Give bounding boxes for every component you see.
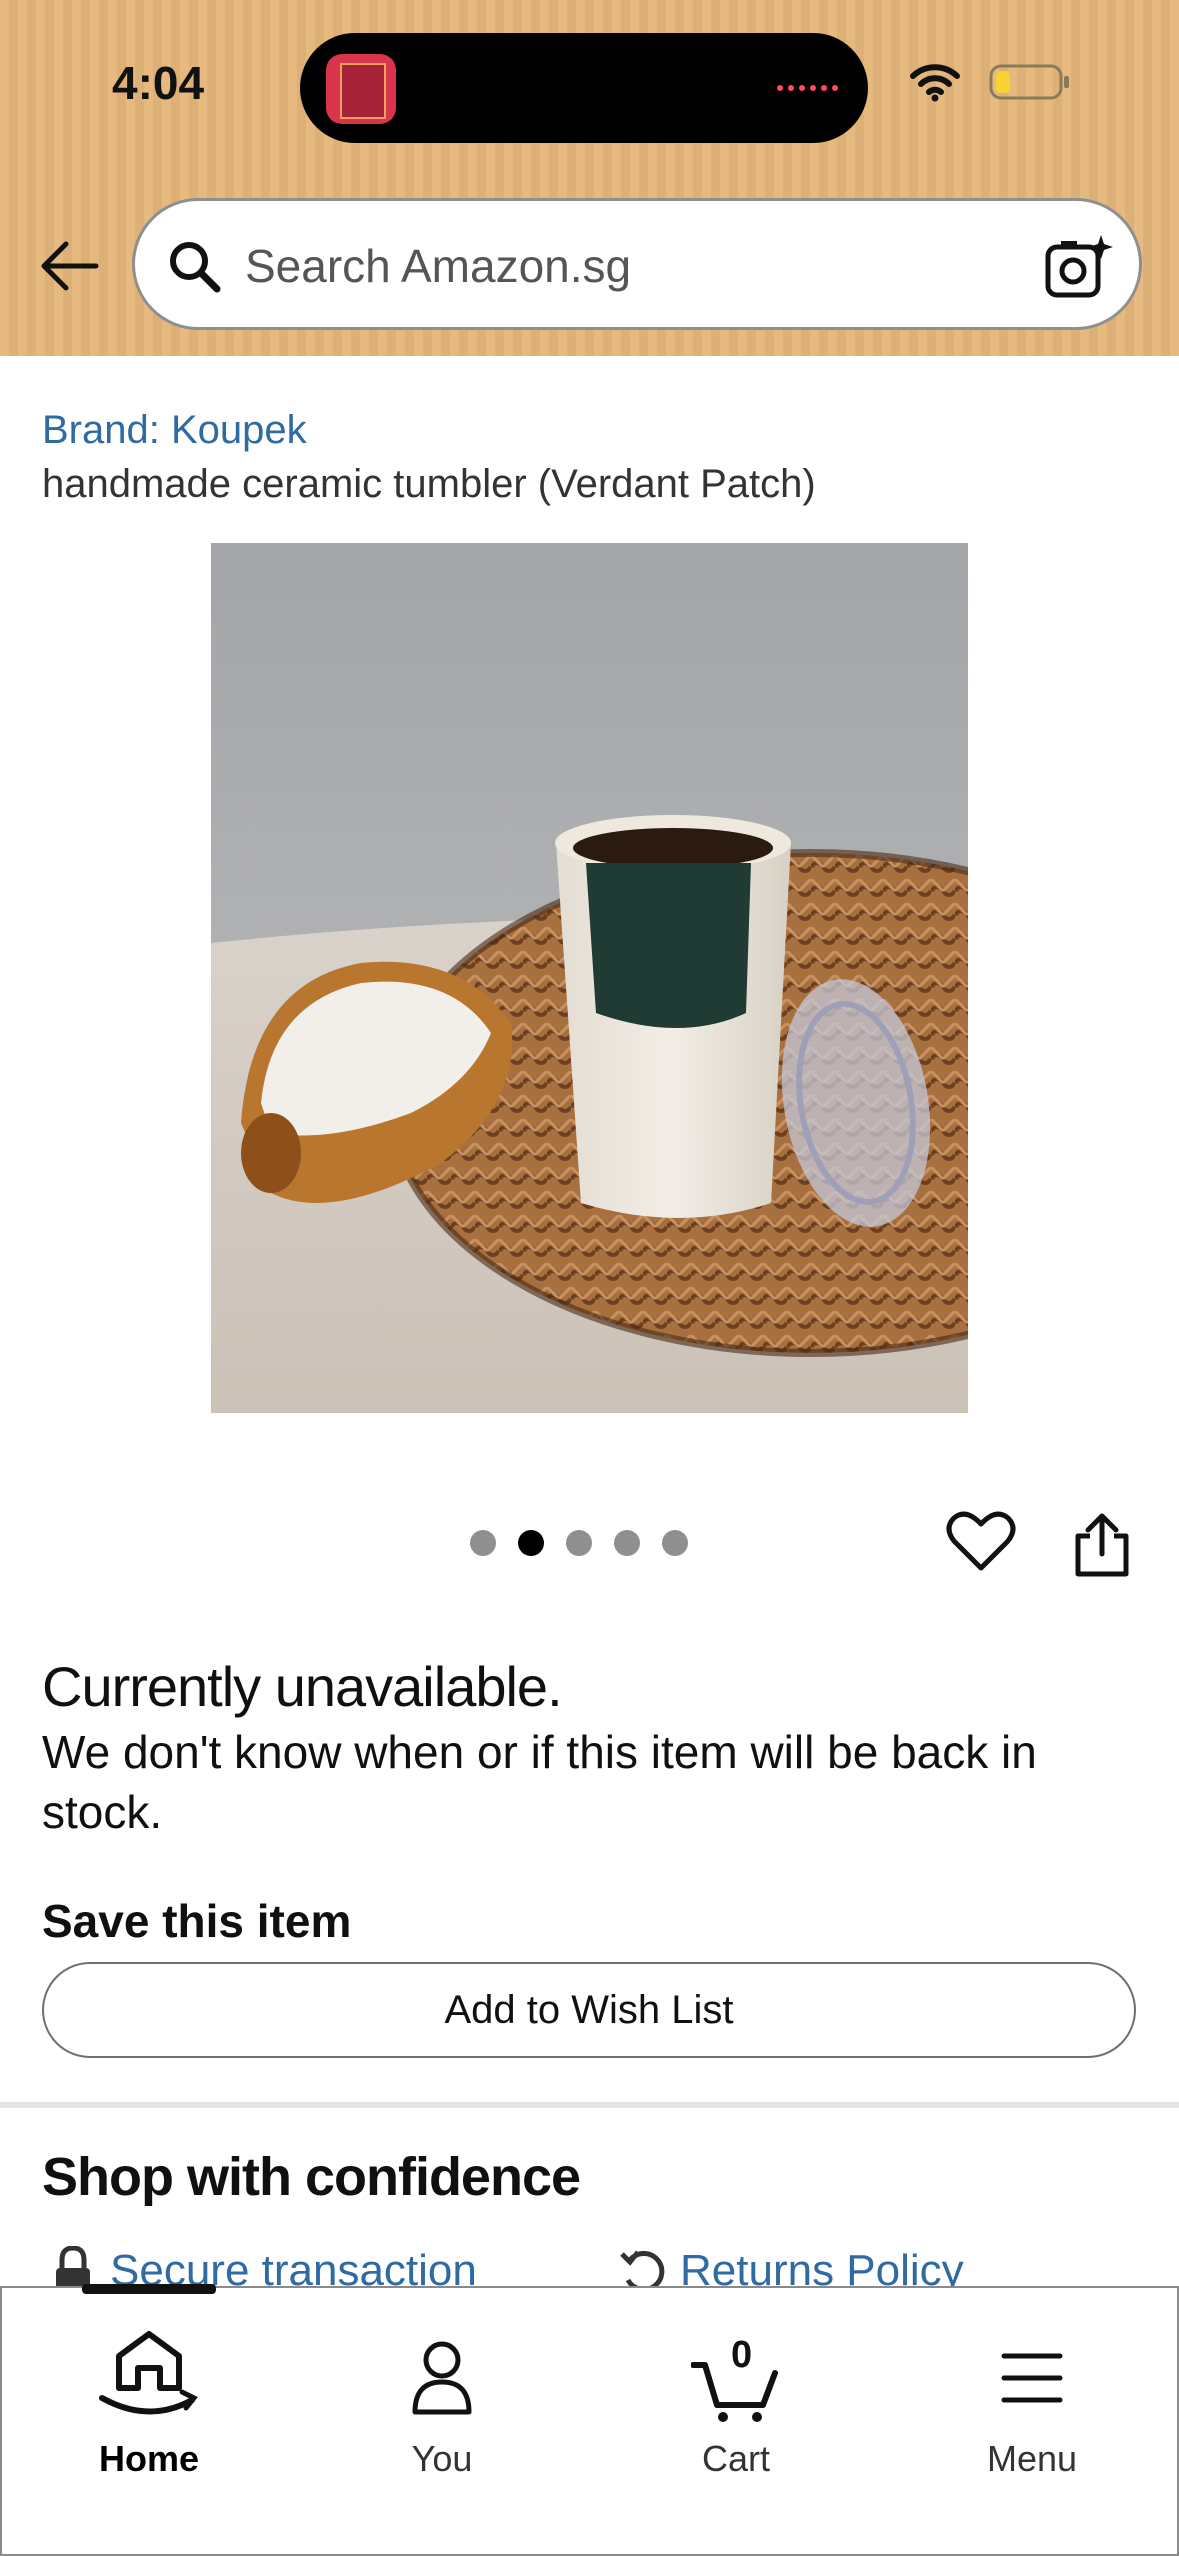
carousel-dot[interactable] — [470, 1530, 496, 1556]
share-icon[interactable] — [1070, 1510, 1134, 1580]
nav-home[interactable]: Home — [49, 2328, 249, 2480]
shop-with-confidence-heading: Shop with confidence — [42, 2147, 581, 2207]
battery-icon — [989, 64, 1069, 100]
search-input[interactable] — [245, 231, 1005, 301]
dynamic-island[interactable] — [300, 33, 868, 143]
header: 4:04 — [0, 0, 1179, 356]
search-icon — [170, 242, 221, 293]
availability-status: Currently unavailable. — [42, 1655, 563, 1718]
wifi-icon — [910, 64, 960, 102]
nav-cart[interactable]: 0 Cart — [636, 2328, 836, 2480]
nav-menu[interactable]: Menu — [932, 2328, 1132, 2480]
active-tab-indicator — [82, 2284, 216, 2294]
camera-search-icon[interactable] — [1043, 231, 1113, 301]
nav-you[interactable]: You — [342, 2328, 542, 2480]
carousel-dot-active[interactable] — [518, 1530, 544, 1556]
image-carousel-dots[interactable] — [470, 1530, 688, 1556]
availability-message: We don't know when or if this item will … — [42, 1726, 1037, 1838]
product-title: handmade ceramic tumbler (Verdant Patch) — [42, 462, 816, 506]
back-arrow-icon[interactable] — [36, 236, 100, 296]
status-indicators — [909, 62, 1071, 102]
product-photo — [211, 543, 968, 1413]
bottom-nav: Home You 0 Cart Menu — [0, 2284, 1179, 2556]
product-image[interactable] — [211, 543, 968, 1413]
carousel-dot[interactable] — [614, 1530, 640, 1556]
save-item-heading: Save this item — [42, 1895, 352, 1947]
nav-menu-label: Menu — [986, 2438, 1078, 2479]
carousel-dot[interactable] — [662, 1530, 688, 1556]
status-time: 4:04 — [112, 57, 205, 109]
brand-link[interactable]: Brand: Koupek — [42, 408, 307, 453]
audio-activity-icon — [777, 85, 838, 91]
section-divider — [0, 2102, 1179, 2108]
person-icon — [412, 2341, 472, 2415]
add-to-wish-list-button[interactable]: Add to Wish List — [42, 1962, 1136, 2058]
menu-icon — [1001, 2353, 1063, 2403]
heart-icon[interactable] — [946, 1510, 1016, 1574]
nav-cart-label: Cart — [701, 2438, 770, 2479]
carousel-dot[interactable] — [566, 1530, 592, 1556]
home-icon — [99, 2331, 198, 2415]
search-bar[interactable] — [132, 198, 1142, 330]
cart-count-badge: 0 — [731, 2334, 753, 2376]
now-playing-app-icon[interactable] — [326, 54, 396, 124]
nav-you-label: You — [411, 2438, 473, 2479]
nav-home-label: Home — [98, 2438, 200, 2479]
